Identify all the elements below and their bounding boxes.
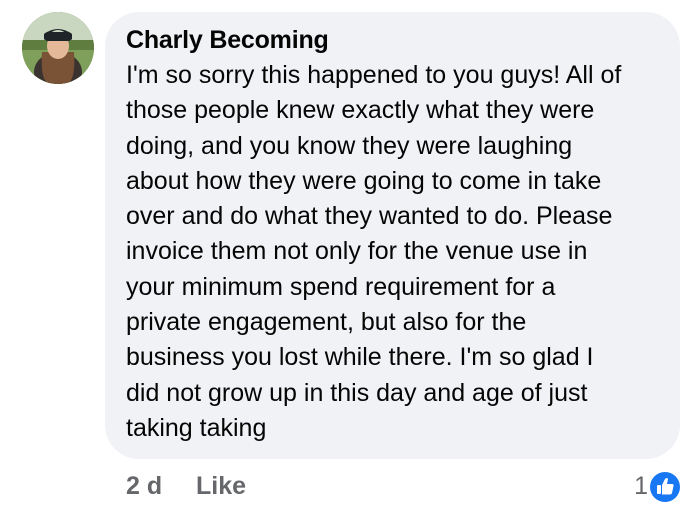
comment-text-line: invoice them not only for the venue use …: [126, 237, 588, 266]
comment-timestamp[interactable]: 2 d: [126, 470, 162, 502]
comment-text-line: private engagement, but also for the: [126, 308, 527, 337]
reaction-count[interactable]: 1: [634, 470, 648, 502]
comment-text: I'm so sorry this happened to you guys! …: [126, 58, 660, 446]
comment-text-line: your minimum spend requirement for a: [126, 272, 556, 301]
comment-bubble: Charly Becoming I'm so sorry this happen…: [105, 12, 680, 459]
comment-author[interactable]: Charly Becoming: [126, 24, 660, 56]
avatar[interactable]: [22, 12, 94, 84]
thumbs-up-icon[interactable]: [648, 470, 682, 504]
comment-text-line: did not grow up in this day and age of j…: [126, 378, 588, 407]
like-button[interactable]: Like: [196, 470, 246, 502]
comment-text-line: those people knew exactly what they were: [126, 96, 595, 125]
comment-text-line: business you lost while there. I'm so gl…: [126, 343, 594, 372]
comment-text-line: taking taking: [126, 413, 267, 442]
comment-text-line: doing, and you know they were laughing: [126, 131, 573, 160]
comment-text-line: over and do what they wanted to do. Plea…: [126, 202, 613, 231]
comment-text-line: about how they were going to come in tak…: [126, 166, 602, 195]
comment-actions: 2 d Like 1: [0, 470, 700, 504]
comment-text-line: I'm so sorry this happened to you guys! …: [126, 61, 622, 89]
